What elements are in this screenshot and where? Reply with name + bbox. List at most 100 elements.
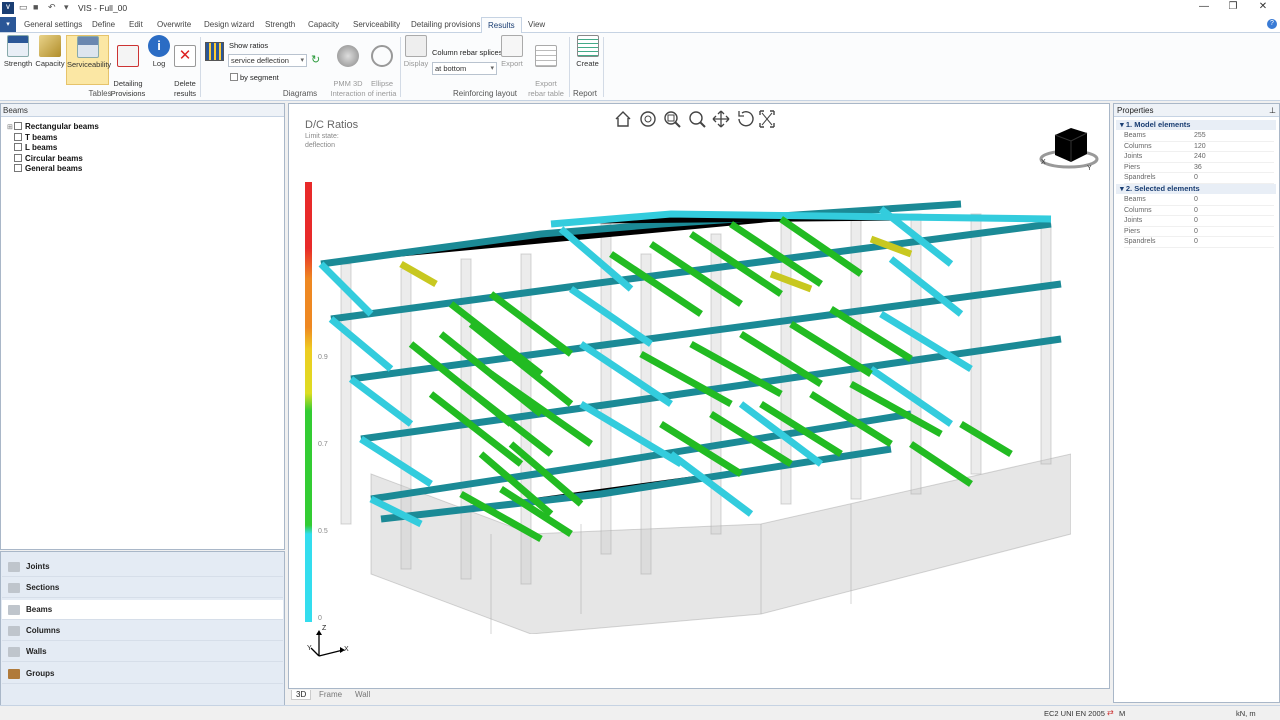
report-icon — [576, 35, 599, 57]
limit-state-value: deflection — [305, 142, 335, 149]
orbit-icon[interactable] — [640, 111, 656, 127]
pin-icon[interactable]: ⊥ — [1269, 106, 1276, 115]
app-menu-button[interactable]: ▾ — [0, 17, 16, 32]
open-folder-icon[interactable]: ▭ — [19, 2, 28, 13]
beams-panel: Beams ⊞ Rectangular beams T beams L beams… — [0, 103, 285, 550]
nav-item-columns[interactable]: Columns — [2, 621, 283, 641]
view-toolbar — [615, 110, 775, 128]
diagram-grid-icon[interactable] — [205, 42, 224, 61]
restore-icon[interactable]: ❐ — [1218, 1, 1248, 15]
minimize-icon[interactable]: — — [1189, 1, 1219, 15]
limit-state-label: Limit state: — [305, 133, 339, 140]
tab-wall[interactable]: Wall — [355, 690, 370, 699]
strength-table-button[interactable]: Strength — [3, 35, 33, 69]
panel-title: Beams — [1, 104, 284, 117]
capacity-table-icon — [39, 35, 61, 57]
tree-item-rectangular-beams[interactable]: ⊞ Rectangular beams — [7, 122, 99, 131]
joints-icon — [8, 562, 20, 572]
tab-view[interactable]: View — [522, 17, 551, 33]
svg-text:Y: Y — [1087, 165, 1092, 172]
tab-edit[interactable]: Edit — [123, 17, 149, 33]
pan-icon[interactable] — [712, 110, 730, 128]
capacity-table-button[interactable]: Capacity — [34, 35, 66, 69]
property-section-selected-elements[interactable]: ▾ 2. Selected elements — [1116, 184, 1276, 194]
undo-icon[interactable]: ↶ — [48, 2, 56, 13]
zoom-extents-icon[interactable] — [759, 110, 775, 128]
home-view-icon[interactable] — [615, 111, 631, 127]
reinforcing-layout-group-label: Reinforcing layout — [452, 89, 518, 98]
by-segment-checkbox[interactable] — [230, 73, 238, 81]
svg-text:X: X — [1041, 159, 1046, 166]
property-row: Piers 0 — [1124, 227, 1274, 237]
title-bar: V ▭ ■ ↶ ▾ VIS - Full_00 — ❐ ✕ — [0, 0, 1280, 16]
strength-table-icon — [7, 35, 29, 57]
nav-item-walls[interactable]: Walls — [2, 642, 283, 662]
tab-capacity[interactable]: Capacity — [302, 17, 345, 33]
group-separator — [400, 37, 401, 97]
view-cube[interactable]: X Y — [1037, 122, 1103, 174]
mode-indicator: M — [1119, 709, 1126, 718]
structure-model — [318, 200, 1071, 634]
property-row: Beams 0 — [1124, 195, 1274, 206]
viewport-tabs: 3D Frame Wall — [288, 689, 1110, 703]
property-section-model-elements[interactable]: ▾ 1. Model elements — [1116, 120, 1276, 130]
tab-frame[interactable]: Frame — [319, 690, 342, 699]
tab-serviceability[interactable]: Serviceability — [347, 17, 406, 33]
column-rebar-splices-label: Column rebar splices — [432, 48, 503, 57]
expand-icon[interactable]: ⊞ — [7, 123, 14, 131]
tab-general-settings[interactable]: General settings — [18, 17, 88, 33]
tree-item-general-beams[interactable]: General beams — [7, 164, 82, 173]
refresh-icon[interactable]: ↻ — [311, 53, 320, 66]
3d-viewport[interactable]: D/C Ratios Limit state: deflection X Y 0… — [288, 103, 1110, 689]
checkbox[interactable] — [14, 122, 22, 130]
save-icon[interactable]: ■ — [33, 2, 38, 12]
app-logo: V — [2, 2, 14, 14]
units-indicator[interactable]: kN, m — [1236, 709, 1256, 718]
tab-3d[interactable]: 3D — [291, 690, 312, 700]
window-title: VIS - Full_00 — [78, 3, 128, 13]
property-row: Columns 0 — [1124, 206, 1274, 216]
tab-strength[interactable]: Strength — [259, 17, 301, 33]
tree-item-l-beams[interactable]: L beams — [7, 143, 57, 152]
checkbox[interactable] — [14, 132, 22, 141]
nav-item-beams[interactable]: Beams — [2, 600, 283, 620]
checkbox[interactable] — [14, 143, 22, 151]
zoom-icon[interactable] — [689, 111, 706, 128]
tab-overwrite[interactable]: Overwrite — [151, 17, 197, 33]
property-row: Columns 120 — [1124, 142, 1274, 152]
diagrams-group-label: Diagrams — [282, 89, 318, 98]
properties-title: Properties — [1114, 104, 1279, 117]
nav-item-sections[interactable]: Sections — [2, 578, 283, 598]
viewport-title: D/C Ratios — [305, 119, 359, 131]
tab-define[interactable]: Define — [86, 17, 121, 33]
checkbox[interactable] — [14, 164, 22, 172]
tab-detailing-provisions[interactable]: Detailing provisions — [405, 17, 486, 33]
nav-item-groups[interactable]: Groups — [2, 664, 283, 684]
quick-access-dropdown-icon[interactable]: ▾ — [64, 2, 69, 13]
property-row: Spandrels 0 — [1124, 173, 1274, 184]
serviceability-table-button[interactable]: Serviceability — [66, 35, 111, 85]
help-icon[interactable]: ? — [1267, 19, 1277, 29]
table-icon — [535, 45, 557, 67]
log-button[interactable]: i Log — [147, 35, 171, 69]
columns-icon — [8, 626, 20, 636]
checkbox[interactable] — [14, 153, 22, 162]
export-button[interactable]: Export — [500, 35, 524, 69]
info-icon: i — [148, 35, 170, 57]
status-bar: EC2 UNI EN 2005 ⇄ M kN, m — [0, 705, 1280, 720]
show-ratios-select[interactable]: service deflection — [228, 54, 307, 67]
create-report-button[interactable]: Create — [574, 35, 601, 69]
close-icon[interactable]: ✕ — [1248, 1, 1278, 15]
tree-item-circular-beams[interactable]: Circular beams — [7, 153, 83, 163]
nav-item-joints[interactable]: Joints — [2, 557, 283, 577]
display-button[interactable]: Display — [403, 35, 429, 69]
tree-item-t-beams[interactable]: T beams — [7, 132, 57, 142]
tab-design-wizard[interactable]: Design wizard — [198, 17, 260, 33]
property-row: Spandrels 0 — [1124, 237, 1274, 248]
report-group-label: Report — [572, 89, 597, 98]
zoom-window-icon[interactable] — [664, 111, 681, 128]
column-rebar-splices-select[interactable]: at bottom — [432, 62, 497, 75]
delete-icon: ✕ — [174, 45, 196, 67]
tab-results[interactable]: Results — [481, 17, 522, 33]
rotate-icon[interactable] — [738, 111, 754, 127]
